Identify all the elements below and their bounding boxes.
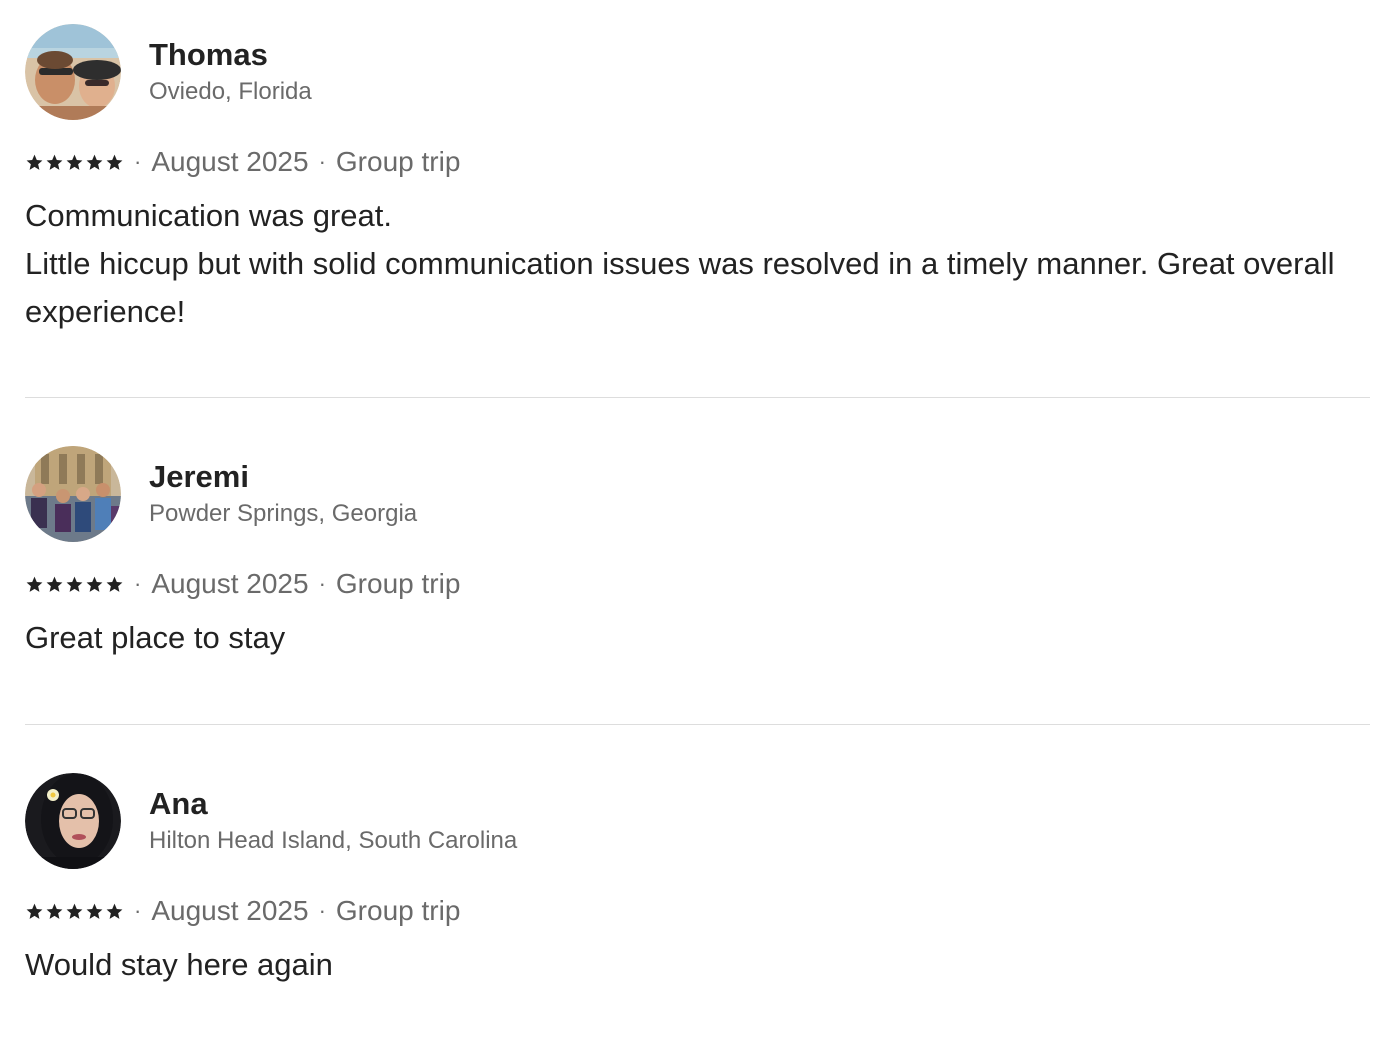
avatar[interactable]	[25, 773, 121, 869]
star-icon	[46, 154, 63, 170]
reviewer-name: Thomas	[149, 37, 268, 72]
review-card: Ana Hilton Head Island, South Carolina ·…	[25, 725, 1370, 1040]
review-meta: · August 2025 · Group trip	[25, 893, 1370, 929]
star-icon	[106, 576, 123, 592]
trip-type: Group trip	[335, 895, 461, 926]
rating-stars	[25, 575, 124, 594]
reviewer-location: Powder Springs, Georgia	[149, 500, 418, 527]
separator-dot: ·	[318, 571, 326, 596]
reviewer-name: Ana	[149, 786, 208, 821]
review-date: August 2025	[151, 146, 309, 177]
reviewer-header: Ana Hilton Head Island, South Carolina	[25, 773, 1370, 869]
review-text: Would stay here again	[25, 947, 333, 982]
separator-dot: ·	[318, 149, 326, 174]
star-icon	[106, 154, 123, 170]
review-text: Communication was great. Little hiccup b…	[25, 198, 1335, 329]
reviewer-location: Hilton Head Island, South Carolina	[149, 827, 518, 854]
reviews-list: Thomas Oviedo, Florida · August 2025 · G…	[25, 0, 1370, 1040]
star-icon	[86, 576, 103, 592]
separator-dot: ·	[134, 149, 142, 174]
review-date: August 2025	[151, 568, 309, 599]
star-icon	[66, 903, 83, 919]
review-text: Great place to stay	[25, 620, 286, 655]
trip-type: Group trip	[335, 568, 461, 599]
star-icon	[26, 903, 43, 919]
star-icon	[26, 576, 43, 592]
separator-dot: ·	[134, 898, 142, 923]
trip-type: Group trip	[335, 146, 461, 177]
star-icon	[86, 154, 103, 170]
reviewer-location: Oviedo, Florida	[149, 78, 312, 105]
separator-dot: ·	[318, 898, 326, 923]
review-date: August 2025	[151, 895, 309, 926]
star-icon	[46, 576, 63, 592]
avatar[interactable]	[25, 446, 121, 542]
star-icon	[26, 154, 43, 170]
star-icon	[66, 576, 83, 592]
reviewer-header: Thomas Oviedo, Florida	[25, 24, 1370, 120]
rating-stars	[25, 153, 124, 172]
separator-dot: ·	[134, 571, 142, 596]
review-card: Thomas Oviedo, Florida · August 2025 · G…	[25, 0, 1370, 397]
star-icon	[106, 903, 123, 919]
review-meta: · August 2025 · Group trip	[25, 566, 1370, 602]
star-icon	[66, 154, 83, 170]
star-icon	[46, 903, 63, 919]
review-card: Jeremi Powder Springs, Georgia · August …	[25, 398, 1370, 724]
review-meta: · August 2025 · Group trip	[25, 144, 1370, 180]
reviewer-name: Jeremi	[149, 459, 249, 494]
reviewer-header: Jeremi Powder Springs, Georgia	[25, 446, 1370, 542]
star-icon	[86, 903, 103, 919]
rating-stars	[25, 902, 124, 921]
avatar[interactable]	[25, 24, 121, 120]
